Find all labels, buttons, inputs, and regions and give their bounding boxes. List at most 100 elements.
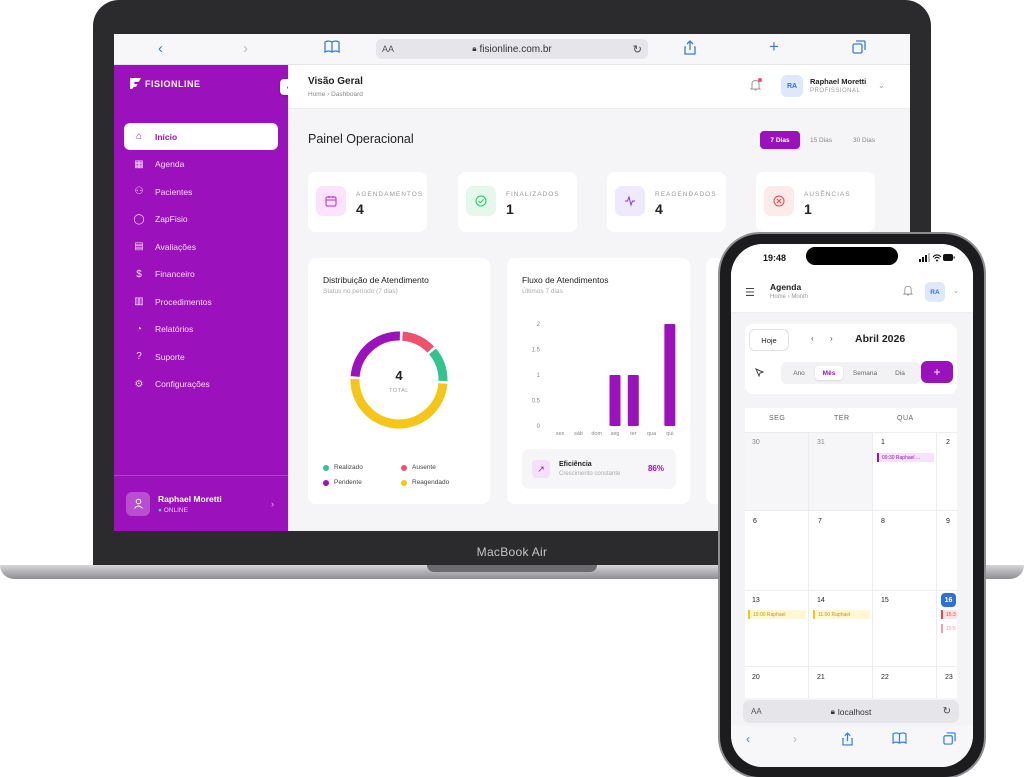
today-button[interactable]: Hoje — [750, 330, 788, 350]
stat-card-finalizados[interactable]: FINALIZADOS 1 — [458, 172, 577, 232]
distribution-card: Distribuição de Atendimento Status no pe… — [308, 258, 490, 504]
dynamic-island — [806, 247, 898, 265]
flow-title: Fluxo de Atendimentos — [522, 275, 609, 285]
phone-avatar[interactable]: RA — [925, 282, 945, 302]
sidebar-item-suporte[interactable]: ? Suporte — [124, 343, 278, 370]
view-week[interactable]: Semana — [847, 366, 883, 380]
stat-value: 4 — [655, 201, 663, 217]
sidebar-item-financeiro[interactable]: $ Financeiro — [124, 261, 278, 288]
tabs-icon[interactable] — [852, 40, 866, 58]
range-30-days[interactable]: 30 Dias — [847, 131, 881, 149]
user-name: Raphael Moretti — [810, 77, 867, 86]
day-number: 2 — [946, 439, 950, 446]
efficiency-label: Eficiência — [559, 461, 592, 468]
stat-card-ausencias[interactable]: AUSÊNCIAS 1 — [756, 172, 875, 232]
view-year[interactable]: Ano — [785, 366, 813, 380]
avatar[interactable]: RA — [781, 75, 803, 97]
users-icon: ⚇ — [134, 186, 144, 197]
bar-qui — [664, 324, 676, 426]
distribution-subtitle: Status no período (7 dias) — [323, 288, 398, 295]
phone-browser-nav: ‹ › — [731, 726, 973, 767]
calendar-event[interactable]: 15:5 — [941, 624, 957, 633]
sidebar-item-label: Avaliações — [155, 241, 196, 252]
day-cell[interactable] — [745, 666, 809, 698]
sidebar-item-pacientes[interactable]: ⚇ Pacientes — [124, 178, 278, 205]
day-cell[interactable] — [937, 666, 957, 698]
sidebar-item-procedimentos[interactable]: ▥ Procedimentos — [124, 288, 278, 315]
add-event-button[interactable]: + — [921, 361, 953, 383]
distribution-title: Distribuição de Atendimento — [323, 275, 429, 285]
forward-icon[interactable]: › — [243, 40, 248, 57]
chevron-down-icon[interactable]: ⌄ — [878, 81, 885, 90]
view-month[interactable]: Mês — [815, 366, 843, 380]
legend-label: Pendente — [334, 479, 362, 486]
chevron-down-icon[interactable]: ⌄ — [953, 287, 959, 295]
forward-icon[interactable]: › — [793, 732, 797, 746]
phone-time: 19:48 — [763, 253, 787, 263]
reload-icon[interactable]: ↻ — [943, 706, 951, 717]
phone-address-bar[interactable]: AA 🔒︎ localhost ↻ — [743, 700, 959, 723]
y-tick-label: 0 — [537, 424, 541, 430]
back-icon[interactable]: ‹ — [746, 732, 750, 746]
sidebar-item-agenda[interactable]: ▦ Agenda — [124, 151, 278, 178]
day-number: 1 — [881, 439, 885, 446]
phone-breadcrumb: Home › Month — [770, 294, 809, 300]
x-tick-label: qui — [666, 431, 673, 437]
donut-segment-reagendado — [350, 379, 448, 429]
lock-icon: 🔒︎ — [830, 706, 835, 716]
weekday-header: TER — [834, 415, 850, 422]
pie-chart-icon: ◔ — [135, 323, 143, 335]
share-icon[interactable] — [684, 40, 696, 59]
stat-card-reagendados[interactable]: REAGENDADOS 4 — [607, 172, 726, 232]
calendar-event[interactable]: 11:00 Raphael — [813, 610, 870, 619]
day-cell[interactable] — [809, 666, 873, 698]
current-month: Abril 2026 — [855, 333, 906, 345]
sidebar-user[interactable]: Raphael Moretti ● ONLINE › — [114, 475, 288, 531]
reload-icon[interactable]: ↻ — [633, 43, 642, 56]
calendar-event[interactable]: 09:30 Raphael ... — [877, 453, 934, 462]
sidebar-item-label: Início — [155, 131, 178, 142]
gear-icon: ⚙ — [134, 378, 144, 390]
sidebar-user-name: Raphael Moretti — [158, 493, 222, 504]
view-day[interactable]: Dia — [886, 366, 914, 380]
x-tick-label: dom — [591, 431, 602, 437]
sidebar-item-configuracoes[interactable]: ⚙ Configurações — [124, 371, 278, 398]
bar-seg — [609, 375, 621, 426]
prev-month-icon[interactable]: ‹ — [811, 334, 814, 343]
chat-icon: ◯ — [133, 213, 145, 225]
text-size-button[interactable]: AA — [382, 44, 394, 54]
range-15-days[interactable]: 15 Dias — [804, 131, 838, 149]
next-month-icon[interactable]: › — [830, 334, 833, 343]
text-size-button[interactable]: AA — [751, 707, 762, 716]
calendar-event[interactable]: 19:00 Raphael — [748, 610, 806, 619]
bar-ter — [627, 375, 639, 426]
notifications-icon[interactable] — [902, 285, 914, 298]
day-number: 7 — [818, 518, 822, 525]
calendar-event[interactable]: 15:3 — [941, 610, 957, 619]
stat-label: FINALIZADOS — [506, 191, 560, 198]
stat-card-agendamentos[interactable]: AGENDAMENTOS 4 — [308, 172, 427, 232]
bookmarks-icon[interactable] — [892, 732, 907, 747]
legend-dot — [323, 464, 329, 471]
month-calendar: SEG TER QUA 30 31 1 2 09:30 Raphael ... … — [745, 408, 957, 698]
panel-title: Painel Operacional — [308, 132, 414, 146]
address-bar[interactable]: AA 🔒︎ fisionline.com.br ↻ — [376, 39, 648, 59]
sidebar-item-avaliacoes[interactable]: ▤ Avaliações — [124, 233, 278, 260]
tabs-icon[interactable] — [943, 732, 956, 748]
stat-label: AGENDAMENTOS — [356, 191, 424, 198]
y-tick-label: 1 — [537, 373, 541, 379]
day-number: 8 — [881, 518, 885, 525]
day-cell[interactable] — [873, 666, 937, 698]
bookmarks-icon[interactable] — [324, 40, 340, 57]
sidebar-item-zapfisio[interactable]: ◯ ZapFisio — [124, 206, 278, 233]
sidebar-item-inicio[interactable]: ⌂ Início — [124, 123, 278, 150]
view-switcher: Ano Mês Semana Dia — [781, 362, 921, 384]
sidebar-item-relatorios[interactable]: ◔ Relatórios — [124, 316, 278, 343]
user-avatar — [126, 491, 150, 516]
back-icon[interactable]: ‹ — [158, 40, 163, 57]
new-tab-icon[interactable]: + — [769, 37, 779, 57]
menu-icon[interactable]: ☰ — [745, 286, 755, 299]
range-7-days[interactable]: 7 Dias — [760, 131, 800, 149]
share-icon[interactable] — [842, 732, 853, 749]
cursor-icon[interactable] — [755, 368, 765, 379]
